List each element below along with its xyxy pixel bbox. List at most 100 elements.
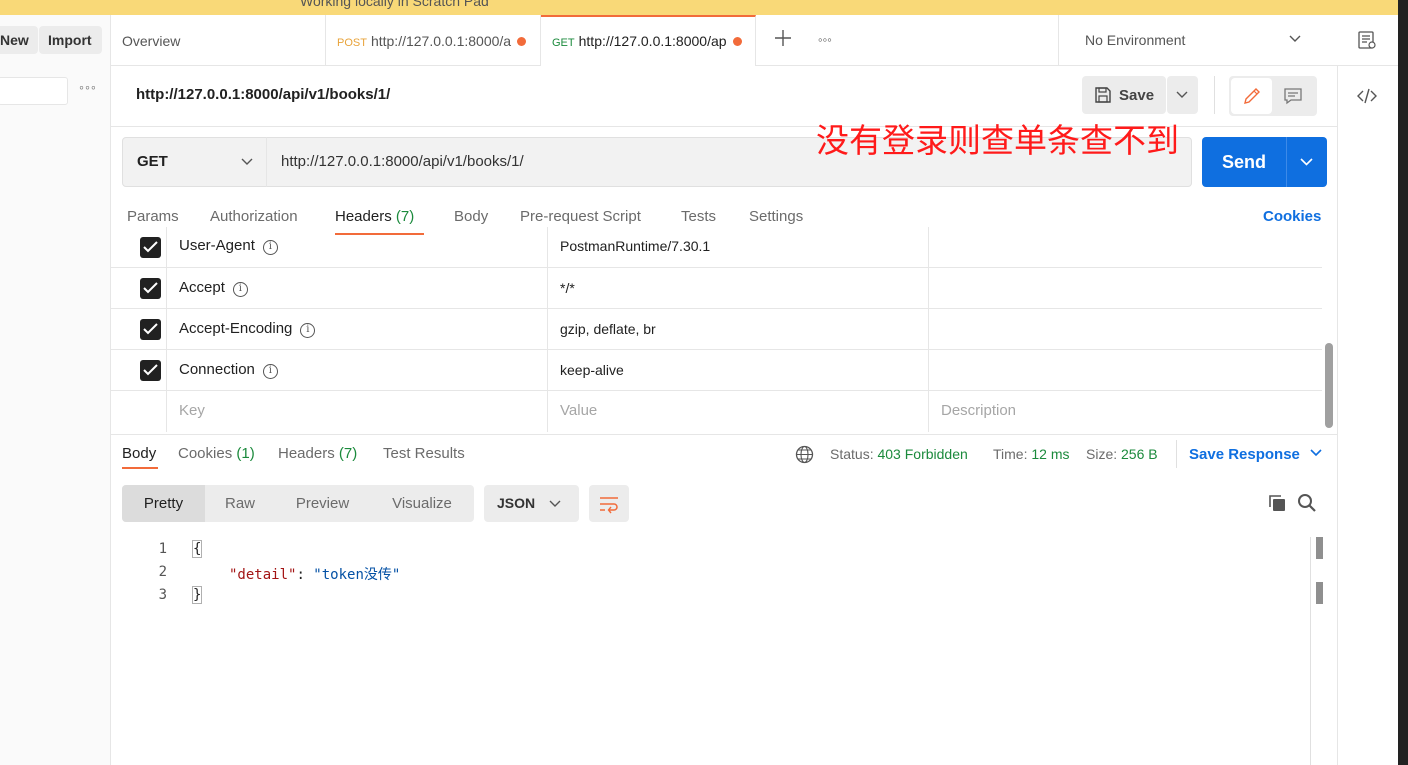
editor-scrollbar-thumb[interactable] [1316, 537, 1323, 559]
mode-toggle [1229, 76, 1317, 116]
editor-scrollbar-thumb[interactable] [1316, 582, 1323, 604]
copy-icon[interactable] [1267, 493, 1287, 516]
scrollbar-thumb[interactable] [1325, 343, 1333, 428]
response-tab-cookies[interactable]: Cookies (1) [178, 445, 255, 462]
tab-overview[interactable]: Overview [111, 15, 326, 66]
json-open-brace: { [191, 540, 203, 558]
banner-text: Working locally in Scratch Pad [300, 0, 489, 9]
info-icon[interactable]: i [262, 240, 278, 255]
json-line: "detail": "token没传" [229, 567, 401, 583]
info-icon[interactable]: i [300, 323, 316, 338]
pencil-icon [1244, 88, 1260, 104]
save-button[interactable]: Save [1082, 76, 1166, 114]
top-banner: Working locally in Scratch Pad [0, 0, 1398, 15]
header-checkbox[interactable] [140, 360, 161, 381]
wrap-lines-button[interactable] [589, 485, 629, 522]
tab-body[interactable]: Body [454, 208, 488, 225]
unsaved-dot-icon [517, 37, 526, 46]
header-key[interactable]: Connection i [179, 361, 278, 379]
save-label: Save [1119, 87, 1155, 104]
method-badge: POST [337, 37, 367, 49]
mode-pretty[interactable]: Pretty [122, 485, 205, 522]
tab-headers-label: Headers [335, 208, 392, 225]
tab-bar: Overview POST http://127.0.0.1:8000/a GET… [111, 15, 1398, 66]
send-label: Send [1221, 152, 1266, 172]
size-value: 256 B [1121, 446, 1158, 462]
tab-get-request[interactable]: GET http://127.0.0.1:8000/ap [541, 15, 756, 66]
cookies-link[interactable]: Cookies [1263, 208, 1321, 225]
method-value: GET [137, 153, 168, 170]
meta-divider [1176, 440, 1177, 468]
edit-mode-button[interactable] [1231, 78, 1272, 114]
response-tab-headers[interactable]: Headers (7) [278, 445, 357, 462]
send-divider [1286, 137, 1287, 187]
header-key[interactable]: Accept i [179, 279, 248, 297]
header-checkbox[interactable] [140, 319, 161, 340]
import-button[interactable]: Import [39, 26, 102, 54]
chevron-down-icon[interactable] [1300, 158, 1313, 166]
json-value: "token没传" [313, 567, 401, 583]
format-select[interactable]: JSON [484, 485, 579, 522]
mode-visualize[interactable]: Visualize [370, 485, 474, 522]
send-button[interactable]: Send [1202, 137, 1327, 187]
save-options-button[interactable] [1167, 76, 1198, 114]
header-key[interactable]: User-Agent i [179, 237, 278, 255]
environment-quick-look-icon[interactable] [1357, 30, 1377, 53]
json-key: "detail" [229, 567, 297, 583]
sidebar-search-input[interactable] [0, 77, 68, 105]
more-options-icon[interactable]: ◦◦◦ [79, 79, 97, 95]
tab-authorization[interactable]: Authorization [210, 208, 298, 225]
tab-tests[interactable]: Tests [681, 208, 716, 225]
key-input[interactable]: Key [179, 402, 205, 419]
tab-post-request[interactable]: POST http://127.0.0.1:8000/a [326, 15, 541, 66]
tab-settings[interactable]: Settings [749, 208, 803, 225]
method-badge: GET [552, 37, 575, 49]
response-tab-body[interactable]: Body [122, 445, 156, 462]
view-mode-switcher: Pretty Raw Preview Visualize [122, 485, 474, 522]
time-value: 12 ms [1031, 446, 1070, 462]
chevron-down-icon [1176, 91, 1188, 98]
wrap-lines-icon [600, 497, 618, 514]
chevron-down-icon [1310, 449, 1322, 457]
response-tab-test-results[interactable]: Test Results [383, 445, 465, 462]
line-number: 3 [158, 587, 167, 603]
tab-headers[interactable]: Headers (7) [335, 208, 414, 225]
annotation-overlay-text: 没有登录则查单条查不到 [816, 121, 1179, 160]
header-value[interactable]: */* [560, 280, 575, 296]
mode-preview[interactable]: Preview [275, 485, 370, 522]
header-checkbox[interactable] [140, 237, 161, 258]
environment-selector[interactable]: No Environment [1058, 15, 1301, 66]
new-tab-plus-icon[interactable] [773, 28, 793, 51]
tab-overflow-icon[interactable]: ◦◦◦ [818, 32, 832, 47]
save-response-button[interactable]: Save Response [1189, 446, 1322, 463]
new-button[interactable]: New [0, 26, 38, 54]
code-snippet-icon[interactable] [1356, 86, 1378, 109]
line-number: 1 [158, 541, 167, 557]
method-select[interactable]: GET [122, 137, 267, 187]
value-input[interactable]: Value [560, 402, 597, 419]
header-value[interactable]: gzip, deflate, br [560, 321, 656, 337]
mode-raw[interactable]: Raw [205, 485, 275, 522]
comment-icon[interactable] [1283, 86, 1303, 106]
search-icon[interactable] [1297, 493, 1317, 516]
chevron-down-icon [1289, 35, 1301, 42]
tab-pre-request-script[interactable]: Pre-request Script [520, 208, 641, 225]
line-number: 2 [158, 564, 167, 580]
description-input[interactable]: Description [941, 402, 1016, 419]
header-value[interactable]: keep-alive [560, 362, 624, 378]
tab-params[interactable]: Params [127, 208, 179, 225]
editor-gutter-line [1310, 537, 1311, 765]
tab-url: http://127.0.0.1:8000/a [370, 33, 512, 49]
request-title: http://127.0.0.1:8000/api/v1/books/1/ [136, 86, 391, 103]
status-readout: Status: 403 Forbidden [830, 446, 968, 462]
table-row-new: Key Value Description [111, 391, 1322, 432]
globe-icon[interactable] [795, 445, 814, 467]
info-icon[interactable]: i [262, 364, 278, 379]
window-edge [1398, 0, 1408, 765]
size-readout: Size: 256 B [1086, 446, 1158, 462]
header-checkbox[interactable] [140, 278, 161, 299]
info-icon[interactable]: i [232, 282, 248, 297]
active-tab-underline [122, 467, 158, 469]
header-key[interactable]: Accept-Encoding i [179, 320, 316, 338]
header-value[interactable]: PostmanRuntime/7.30.1 [560, 238, 710, 254]
